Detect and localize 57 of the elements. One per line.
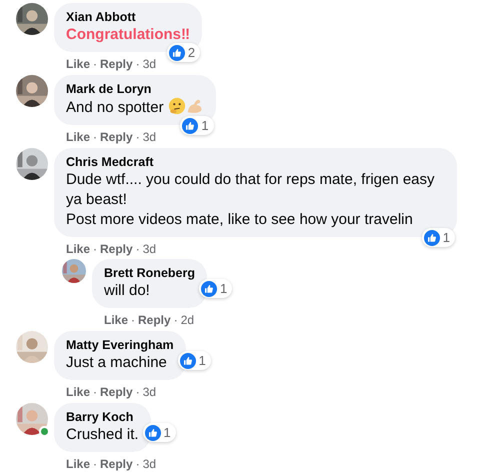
separator-dot: · xyxy=(93,456,98,473)
author-name[interactable]: Mark de Loryn xyxy=(66,81,204,97)
author-name[interactable]: Xian Abbott xyxy=(66,9,190,25)
timestamp[interactable]: 3d xyxy=(142,383,156,401)
like-link[interactable]: Like xyxy=(66,128,90,146)
timestamp[interactable]: 2d xyxy=(180,311,194,329)
separator-dot: · xyxy=(136,129,140,146)
comment-text: Just a machine xyxy=(66,354,167,371)
separator-dot: · xyxy=(136,56,140,73)
separator-dot: · xyxy=(136,384,140,401)
reply-link[interactable]: Reply xyxy=(100,383,133,401)
thumbs-up-icon xyxy=(144,424,161,440)
separator-dot: · xyxy=(93,241,98,258)
reply-link[interactable]: Reply xyxy=(138,311,171,329)
reply-link[interactable]: Reply xyxy=(100,128,133,146)
separator-dot: · xyxy=(174,312,178,329)
like-link[interactable]: Like xyxy=(66,55,90,73)
separator-dot: · xyxy=(136,241,140,258)
comment-text: And no spotter xyxy=(66,99,164,116)
comment-text: Dude wtf.... you could do that for reps mate, frigen easy ya beast! xyxy=(66,171,435,208)
separator-dot: · xyxy=(93,129,98,146)
author-name[interactable]: Barry Koch xyxy=(66,409,139,425)
timestamp[interactable]: 3d xyxy=(142,455,156,473)
author-name[interactable]: Brett Roneberg xyxy=(104,265,195,281)
like-link[interactable]: Like xyxy=(104,311,128,329)
comment-text: Congratulations‼ xyxy=(66,26,190,43)
author-name[interactable]: Matty Everingham xyxy=(66,337,174,353)
separator-dot: · xyxy=(136,456,140,473)
reaction-count[interactable]: 1 xyxy=(422,228,455,247)
reaction-count[interactable]: 2 xyxy=(166,43,200,62)
thumbs-up-icon xyxy=(182,118,198,134)
timestamp[interactable]: 3d xyxy=(142,55,156,73)
reply-link[interactable]: Reply xyxy=(100,240,133,258)
author-name[interactable]: Chris Medcraft xyxy=(66,154,445,170)
comment-text: Crushed it. xyxy=(66,426,139,443)
thumbs-up-icon xyxy=(168,44,185,60)
flexed-arm-icon xyxy=(186,97,204,115)
thumbs-up-icon xyxy=(200,280,217,296)
reaction-count[interactable]: 1 xyxy=(142,423,176,442)
timestamp[interactable]: 3d xyxy=(142,240,156,258)
reaction-count[interactable]: 1 xyxy=(180,116,214,135)
reply-link[interactable]: Reply xyxy=(100,455,133,473)
like-link[interactable]: Like xyxy=(66,240,90,258)
thumbs-up-icon xyxy=(180,352,196,368)
reaction-count[interactable]: 1 xyxy=(198,279,232,298)
separator-dot: · xyxy=(93,56,98,73)
like-link[interactable]: Like xyxy=(66,455,90,473)
like-link[interactable]: Like xyxy=(66,383,90,401)
thumbs-up-icon xyxy=(424,230,440,246)
reply-link[interactable]: Reply xyxy=(100,55,133,73)
reaction-count[interactable]: 1 xyxy=(178,351,211,370)
thinking-face-icon xyxy=(168,97,186,115)
comment-text: Post more videos mate, like to see how your travelin xyxy=(66,211,413,228)
comment-text: will do! xyxy=(104,282,150,299)
timestamp[interactable]: 3d xyxy=(142,128,156,146)
separator-dot: · xyxy=(93,384,98,401)
separator-dot: · xyxy=(131,312,136,329)
